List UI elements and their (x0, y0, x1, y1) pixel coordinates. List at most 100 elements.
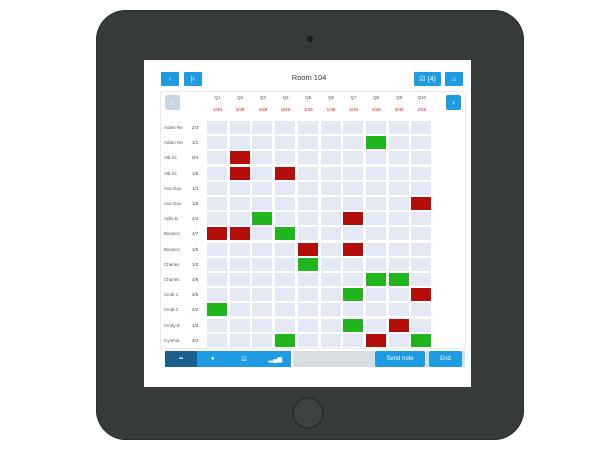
answer-cell-empty[interactable] (388, 303, 409, 317)
answer-cell-empty[interactable] (388, 288, 409, 302)
answer-cell-empty[interactable] (320, 121, 341, 134)
answer-cell-empty[interactable] (229, 288, 250, 302)
column-header[interactable]: Q9 (389, 95, 410, 100)
answer-cell-empty[interactable] (229, 333, 250, 347)
answer-cell-correct[interactable] (275, 333, 296, 347)
answer-cell-empty[interactable] (207, 136, 227, 150)
answer-cell-incorrect[interactable] (229, 227, 250, 241)
student-name[interactable]: Alb Sc (164, 155, 188, 160)
answer-cell-empty[interactable] (320, 181, 341, 195)
answer-cell-incorrect[interactable] (411, 197, 432, 210)
answer-cell-empty[interactable] (207, 121, 227, 134)
answer-cell-empty[interactable] (207, 212, 227, 226)
column-header[interactable]: Q6 (321, 95, 342, 100)
check-tab[interactable]: ☑ (228, 351, 259, 367)
answer-cell-incorrect[interactable] (275, 166, 296, 180)
column-header[interactable]: Q5 (298, 95, 319, 100)
home-button[interactable]: ⌂ (445, 72, 463, 86)
answer-cell-empty[interactable] (252, 136, 273, 150)
answer-cell-empty[interactable] (297, 121, 318, 134)
answer-cell-empty[interactable] (365, 288, 386, 302)
answer-cell-empty[interactable] (207, 318, 227, 332)
answer-cell-empty[interactable] (275, 318, 296, 332)
answer-cell-empty[interactable] (365, 197, 386, 210)
student-name[interactable]: Charles (164, 262, 188, 267)
answer-cell-empty[interactable] (252, 151, 273, 165)
answer-cell-empty[interactable] (297, 303, 318, 317)
answer-cell-empty[interactable] (365, 303, 386, 317)
answer-cell-empty[interactable] (343, 181, 364, 195)
student-name[interactable]: Adam Re (164, 125, 188, 130)
answer-cell-empty[interactable] (207, 257, 227, 271)
answer-cell-empty[interactable] (320, 273, 341, 286)
answer-cell-empty[interactable] (411, 257, 432, 271)
answer-cell-empty[interactable] (207, 151, 227, 165)
answer-cell-empty[interactable] (388, 197, 409, 210)
answer-cell-correct[interactable] (297, 257, 318, 271)
answer-cell-empty[interactable] (388, 151, 409, 165)
answer-cell-empty[interactable] (207, 273, 227, 286)
answer-cell-empty[interactable] (252, 121, 273, 134)
answer-cell-empty[interactable] (229, 121, 250, 134)
answer-cell-empty[interactable] (207, 242, 227, 256)
student-name[interactable]: Ava Gao (164, 186, 188, 191)
send-note-button[interactable]: Send note (375, 351, 425, 367)
answer-cell-empty[interactable] (365, 242, 386, 256)
answer-cell-empty[interactable] (343, 166, 364, 180)
answer-cell-empty[interactable] (207, 166, 227, 180)
answer-cell-empty[interactable] (320, 303, 341, 317)
student-name[interactable]: Adam Re (164, 140, 188, 145)
answer-cell-empty[interactable] (388, 242, 409, 256)
answer-cell-empty[interactable] (275, 197, 296, 210)
answer-cell-empty[interactable] (297, 136, 318, 150)
answer-cell-empty[interactable] (411, 136, 432, 150)
answer-cell-empty[interactable] (275, 151, 296, 165)
column-header[interactable]: Q3 (252, 95, 273, 100)
answer-cell-empty[interactable] (365, 151, 386, 165)
answer-cell-empty[interactable] (252, 242, 273, 256)
answer-cell-empty[interactable] (365, 166, 386, 180)
answer-cell-empty[interactable] (229, 318, 250, 332)
column-header[interactable]: Q10 (411, 95, 432, 100)
answer-cell-empty[interactable] (229, 197, 250, 210)
answer-cell-empty[interactable] (275, 136, 296, 150)
answer-cell-empty[interactable] (343, 151, 364, 165)
answer-cell-correct[interactable] (365, 273, 386, 286)
answer-cell-incorrect[interactable] (343, 212, 364, 226)
answer-cell-empty[interactable] (252, 197, 273, 210)
answer-cell-empty[interactable] (343, 136, 364, 150)
answer-cell-empty[interactable] (229, 273, 250, 286)
answer-cell-correct[interactable] (343, 318, 364, 332)
answer-cell-incorrect[interactable] (343, 242, 364, 256)
answer-cell-empty[interactable] (229, 257, 250, 271)
answer-cell-empty[interactable] (297, 197, 318, 210)
answer-cell-empty[interactable] (320, 136, 341, 150)
answer-cell-empty[interactable] (207, 288, 227, 302)
answer-cell-empty[interactable] (388, 121, 409, 134)
answer-cell-empty[interactable] (229, 242, 250, 256)
column-header[interactable]: Q8 (366, 95, 387, 100)
answer-cell-correct[interactable] (411, 333, 432, 347)
answer-cell-empty[interactable] (297, 166, 318, 180)
column-header[interactable]: Q7 (343, 95, 364, 100)
answer-cell-empty[interactable] (411, 273, 432, 286)
answer-cell-empty[interactable] (320, 318, 341, 332)
student-name[interactable]: Cindi C (164, 307, 188, 312)
answer-cell-empty[interactable] (411, 166, 432, 180)
answer-cell-empty[interactable] (343, 303, 364, 317)
answer-cell-empty[interactable] (320, 242, 341, 256)
answer-cell-empty[interactable] (275, 257, 296, 271)
answer-cell-incorrect[interactable] (388, 318, 409, 332)
answer-cell-correct[interactable] (388, 273, 409, 286)
answer-cell-empty[interactable] (320, 212, 341, 226)
answer-cell-empty[interactable] (320, 227, 341, 241)
student-name[interactable]: Alb Sc (164, 171, 188, 176)
answer-cell-empty[interactable] (411, 318, 432, 332)
answer-cell-empty[interactable] (320, 333, 341, 347)
answer-cell-empty[interactable] (297, 151, 318, 165)
answer-cell-empty[interactable] (297, 273, 318, 286)
answer-cell-empty[interactable] (343, 333, 364, 347)
answer-cell-empty[interactable] (229, 303, 250, 317)
answer-cell-empty[interactable] (365, 181, 386, 195)
answer-cell-empty[interactable] (252, 227, 273, 241)
